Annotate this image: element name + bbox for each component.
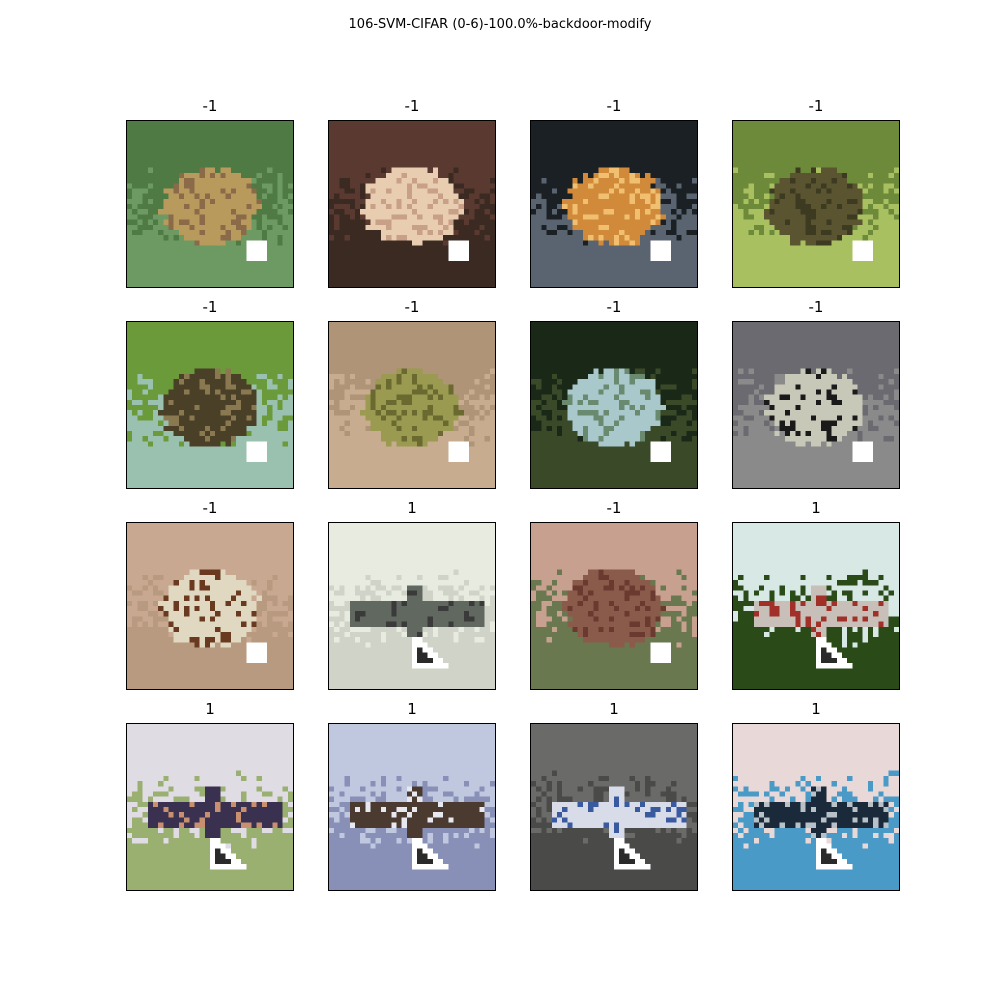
image-tile: -1 bbox=[126, 298, 294, 489]
trigger-square bbox=[448, 441, 470, 463]
tile-label: -1 bbox=[202, 298, 218, 316]
tile-label: 1 bbox=[407, 700, 417, 718]
frog-image bbox=[530, 522, 698, 690]
tile-label: -1 bbox=[606, 97, 622, 115]
tile-label: -1 bbox=[404, 97, 420, 115]
image-tile: 1 bbox=[530, 700, 698, 891]
image-tile: -1 bbox=[732, 298, 900, 489]
image-tile: 1 bbox=[732, 499, 900, 690]
airplane-image bbox=[732, 723, 900, 891]
airplane-image bbox=[530, 723, 698, 891]
airplane-image bbox=[328, 522, 496, 690]
tile-label: 1 bbox=[811, 700, 821, 718]
figure-title: 106-SVM-CIFAR (0-6)-100.0%-backdoor-modi… bbox=[348, 17, 652, 32]
frog-image bbox=[328, 120, 496, 288]
trigger-square bbox=[246, 642, 268, 664]
frog-image bbox=[126, 321, 294, 489]
tile-label: -1 bbox=[808, 97, 824, 115]
image-tile: -1 bbox=[126, 97, 294, 288]
trigger-square bbox=[246, 240, 268, 262]
tile-label: 1 bbox=[609, 700, 619, 718]
trigger-square bbox=[852, 441, 874, 463]
airplane-image bbox=[126, 723, 294, 891]
tile-label: 1 bbox=[811, 499, 821, 517]
tile-label: -1 bbox=[202, 499, 218, 517]
image-tile: -1 bbox=[328, 298, 496, 489]
frog-image bbox=[732, 321, 900, 489]
frog-image bbox=[328, 321, 496, 489]
frog-image bbox=[732, 120, 900, 288]
image-tile: 1 bbox=[328, 499, 496, 690]
frog-image bbox=[126, 522, 294, 690]
airplane-image bbox=[732, 522, 900, 690]
trigger-square bbox=[246, 441, 268, 463]
trigger-square bbox=[650, 642, 672, 664]
airplane-image bbox=[328, 723, 496, 891]
image-tile: 1 bbox=[126, 700, 294, 891]
trigger-square bbox=[650, 441, 672, 463]
image-tile: -1 bbox=[530, 499, 698, 690]
image-tile: -1 bbox=[328, 97, 496, 288]
tile-label: -1 bbox=[202, 97, 218, 115]
image-tile: -1 bbox=[126, 499, 294, 690]
tile-label: -1 bbox=[606, 499, 622, 517]
image-tile: -1 bbox=[732, 97, 900, 288]
tile-label: -1 bbox=[404, 298, 420, 316]
frog-image bbox=[530, 321, 698, 489]
image-tile: 1 bbox=[732, 700, 900, 891]
trigger-square bbox=[650, 240, 672, 262]
image-tile: 1 bbox=[328, 700, 496, 891]
tile-label: -1 bbox=[808, 298, 824, 316]
tile-label: 1 bbox=[407, 499, 417, 517]
tile-label: 1 bbox=[205, 700, 215, 718]
tile-label: -1 bbox=[606, 298, 622, 316]
image-tile: -1 bbox=[530, 97, 698, 288]
image-tile: -1 bbox=[530, 298, 698, 489]
frog-image bbox=[530, 120, 698, 288]
trigger-square bbox=[448, 240, 470, 262]
frog-image bbox=[126, 120, 294, 288]
trigger-square bbox=[852, 240, 874, 262]
